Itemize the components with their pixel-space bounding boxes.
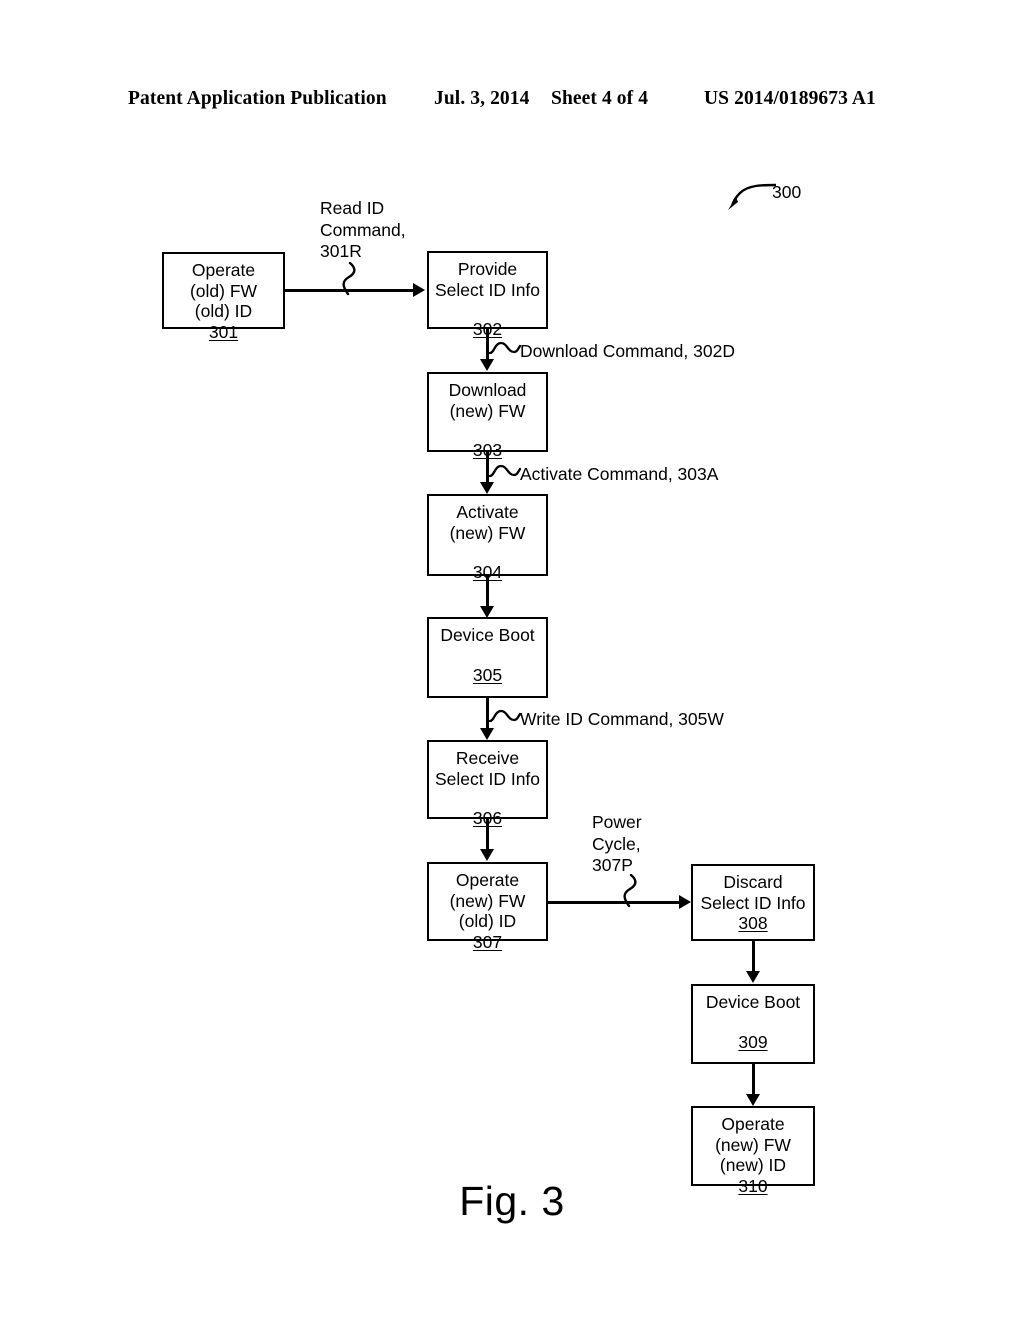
node-307-text: Operate (new) FW (old) ID	[449, 870, 526, 931]
header-document-number: US 2014/0189673 A1	[704, 88, 876, 109]
edge-305-306-arrowhead	[480, 728, 494, 740]
edge-303-304-arrowhead	[480, 482, 494, 494]
node-305-text: Device Boot	[440, 625, 535, 645]
edge-label-read-id-command: Read ID Command, 301R	[320, 198, 406, 261]
node-302-text: Provide Select ID Info	[434, 259, 541, 300]
edge-309-310-arrowhead	[746, 1094, 760, 1106]
edge-label-power-cycle-leader-icon	[623, 874, 637, 908]
header-sheet: Sheet 4 of 4	[551, 88, 649, 109]
edge-301-302-arrowhead	[413, 283, 425, 297]
node-307-operate-new-fw-old-id: Operate (new) FW (old) ID 307	[427, 862, 548, 952]
patent-figure-page: Patent Application Publication Jul. 3, 2…	[0, 0, 1024, 1320]
figure-reference-number: 300	[772, 182, 802, 202]
node-307-ref: 307	[472, 931, 503, 952]
header-publication: Patent Application Publication	[128, 88, 387, 109]
node-301-text: Operate (old) FW (old) ID	[189, 260, 258, 321]
node-303-download-new-fw: Download (new) FW 303	[427, 372, 548, 460]
node-303-text: Download (new) FW	[448, 380, 527, 421]
node-301-operate-old-fw-old-id: Operate (old) FW (old) ID 301	[162, 252, 285, 342]
node-301-ref: 301	[208, 321, 239, 342]
edge-308-309-arrowhead	[746, 971, 760, 983]
edge-label-download-leader-icon	[489, 341, 521, 355]
page-header: Patent Application Publication Jul. 3, 2…	[128, 88, 888, 114]
edge-307-308-line	[548, 901, 679, 904]
node-309-ref: 309	[738, 1031, 768, 1052]
edge-label-write-id-command: Write ID Command, 305W	[520, 709, 724, 729]
header-date: Jul. 3, 2014	[434, 88, 530, 109]
node-306-text: Receive Select ID Info	[434, 748, 541, 789]
figure-caption: Fig. 3	[459, 1178, 565, 1224]
edge-308-309-line	[752, 941, 755, 974]
node-305-device-boot: Device Boot 305	[427, 617, 548, 698]
node-304-activate-new-fw: Activate (new) FW 304	[427, 494, 548, 582]
edge-label-download-command: Download Command, 302D	[520, 341, 735, 361]
edge-label-read-id-leader-icon	[342, 262, 356, 296]
node-305-ref: 305	[472, 664, 503, 685]
node-308-text: Discard Select ID Info	[700, 872, 806, 913]
figure-reference-leader-icon	[728, 183, 777, 210]
edge-309-310-line	[752, 1064, 755, 1097]
edge-label-power-cycle: Power Cycle, 307P	[592, 812, 642, 875]
edge-304-305-line	[486, 576, 489, 608]
edge-306-307-arrowhead	[480, 849, 494, 861]
node-309-text: Device Boot	[705, 992, 801, 1012]
edge-label-write-id-leader-icon	[489, 709, 521, 723]
node-308-discard-select-id-info: Discard Select ID Info 308	[691, 864, 815, 941]
edge-307-308-arrowhead	[679, 895, 691, 909]
node-302-provide-select-id-info: Provide Select ID Info 302	[427, 251, 548, 339]
node-310-text: Operate (new) FW (new) ID	[715, 1114, 791, 1175]
node-309-device-boot: Device Boot 309	[691, 984, 815, 1064]
node-308-ref: 308	[738, 913, 768, 933]
edge-label-activate-leader-icon	[489, 464, 521, 478]
node-304-text: Activate (new) FW	[449, 502, 526, 543]
edge-302-303-arrowhead	[480, 359, 494, 371]
edge-label-activate-command: Activate Command, 303A	[520, 464, 719, 484]
edge-306-307-line	[486, 819, 489, 852]
node-306-receive-select-id-info: Receive Select ID Info 306	[427, 740, 548, 828]
node-310-operate-new-fw-new-id: Operate (new) FW (new) ID 310	[691, 1106, 815, 1196]
